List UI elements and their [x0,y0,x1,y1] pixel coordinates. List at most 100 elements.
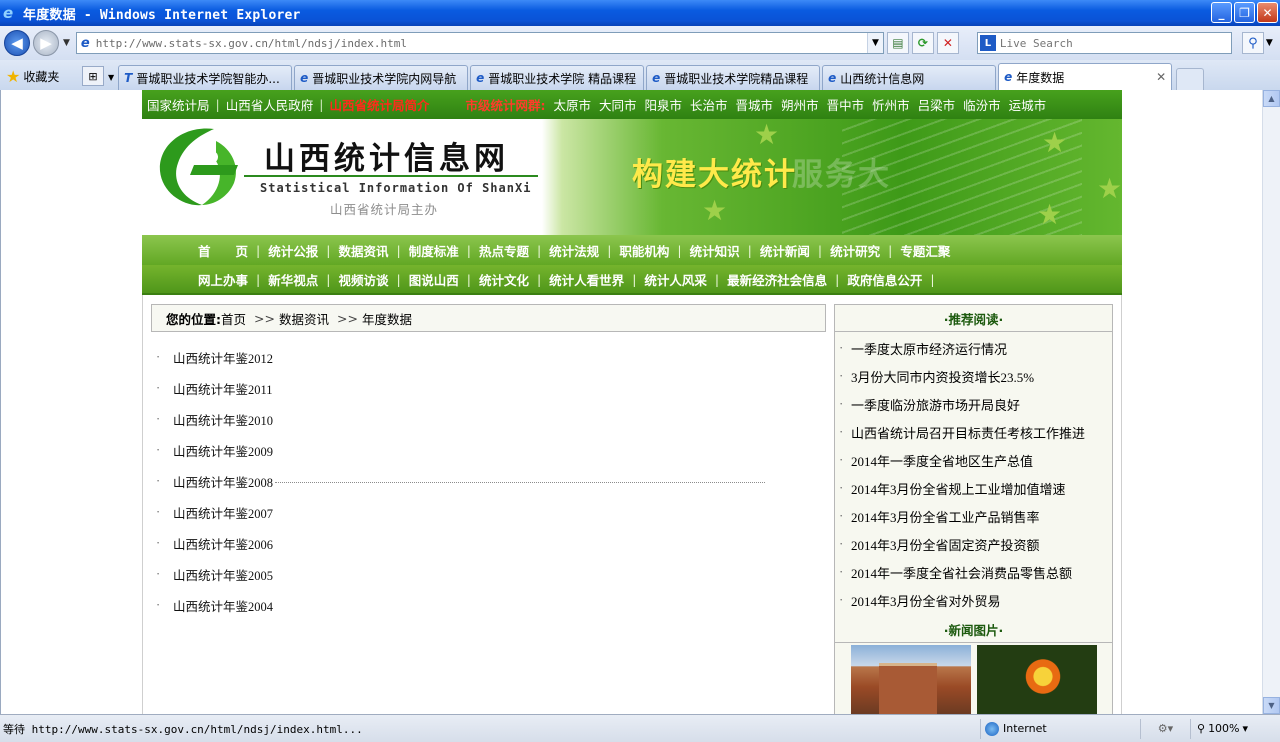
yearbook-link[interactable]: 山西统计年鉴2012 [173,348,273,367]
link-city[interactable]: 忻州市 [872,95,910,114]
nav-hot-topics[interactable]: 热点专题 [479,241,529,260]
link-city[interactable]: 阳泉市 [645,95,683,114]
search-input[interactable] [999,36,1220,50]
tab-4[interactable]: e 晋城职业技术学院精品课程 [646,65,821,90]
nav-special-collection[interactable]: 专题汇聚 [900,241,950,260]
logo-rule [244,175,538,177]
tab-1[interactable]: T 晋城职业技术学院智能办... [118,65,293,90]
news-photo-flower[interactable] [977,645,1097,714]
scroll-down-icon[interactable]: ▼ [1263,697,1280,714]
nav-gov-info[interactable]: 政府信息公开 [847,270,922,289]
restore-button[interactable]: ❐ [1234,2,1255,23]
nav-organization[interactable]: 职能机构 [619,241,669,260]
nav-illustrated-shanxi[interactable]: 图说山西 [409,270,459,289]
favorites-button[interactable]: ★ 收藏夹 [0,62,80,90]
link-city[interactable]: 吕梁市 [918,95,956,114]
tab-close-icon[interactable]: ✕ [1146,70,1166,84]
nav-research[interactable]: 统计研究 [830,241,880,260]
nav-bulletin[interactable]: 统计公报 [268,241,318,260]
yearbook-link[interactable]: 山西统计年鉴2004 [173,596,273,615]
yearbook-link[interactable]: 山西统计年鉴2011 [173,379,273,398]
news-photos-heading: ·新闻图片· [835,616,1112,643]
nav-regulations[interactable]: 统计法规 [549,241,599,260]
stop-icon[interactable]: ✕ [936,32,959,54]
search-icon[interactable]: ⚲ [1241,32,1264,54]
news-photo-building[interactable] [851,645,971,714]
article-link[interactable]: 山西省统计局召开目标责任考核工作推进 [851,423,1085,442]
quick-tabs-icon[interactable]: ⊞ [82,66,104,86]
banner-slogan: 构建大统计 [632,157,797,193]
link-city[interactable]: 运城市 [1009,95,1047,114]
yearbook-link[interactable]: 山西统计年鉴2008 [173,472,273,491]
search-field[interactable]: L [976,32,1232,54]
article-link[interactable]: 2014年3月份全省对外贸易 [851,591,1001,610]
link-bureau-intro[interactable]: 山西省统计局简介 [329,95,429,114]
article-link[interactable]: 2014年3月份全省规上工业增加值增速 [851,479,1066,498]
yearbook-list: · 山西统计年鉴2012 · 山西统计年鉴2011 · 山西统计年鉴2010 · 山西统… [151,342,826,621]
bullet-icon: · [156,443,161,457]
nav-latest-info[interactable]: 最新经济社会信息 [727,270,827,289]
link-city[interactable]: 太原市 [553,95,591,114]
close-button[interactable]: ✕ [1257,2,1278,23]
zoom-control[interactable]: ⚲ 100% ▾ [1190,718,1249,739]
divider: | [817,242,823,258]
nav-staff-profile[interactable]: 统计人风采 [644,270,707,289]
tab-list-dropdown[interactable]: ▼ [108,73,114,82]
tab-active[interactable]: e 年度数据 ✕ [998,63,1173,90]
breadcrumb-data-news[interactable]: 数据资讯 [279,309,329,328]
nav-video-interview[interactable]: 视频访谈 [338,270,388,289]
article-link[interactable]: 一季度临汾旅游市场开局良好 [851,395,1020,414]
forward-button[interactable]: ▶ [33,30,59,56]
new-tab-button[interactable] [1176,68,1205,90]
recent-pages-dropdown[interactable]: ▼ [63,38,70,48]
nav-xinhua[interactable]: 新华视点 [268,270,318,289]
nav-data-news[interactable]: 数据资讯 [338,241,388,260]
nav-knowledge[interactable]: 统计知识 [690,241,740,260]
url-dropdown-icon[interactable]: ▼ [866,33,883,53]
vertical-scrollbar[interactable]: ▲ ▼ [1262,90,1280,714]
yearbook-link[interactable]: 山西统计年鉴2007 [173,503,273,522]
tab-2[interactable]: e 晋城职业技术学院内网导航 [294,65,469,90]
search-options-dropdown[interactable]: ▼ [1266,38,1278,48]
link-city[interactable]: 长治市 [690,95,728,114]
link-city[interactable]: 临汾市 [963,95,1001,114]
back-button[interactable]: ◀ [4,30,30,56]
site-logo-icon[interactable] [154,123,246,209]
article-link[interactable]: 2014年一季度全省地区生产总值 [851,451,1033,470]
link-city[interactable]: 晋中市 [827,95,865,114]
yearbook-link[interactable]: 山西统计年鉴2005 [173,565,273,584]
article-link[interactable]: 2014年3月份全省固定资产投资额 [851,535,1040,554]
nav-standards[interactable]: 制度标准 [409,241,459,260]
link-national-stats[interactable]: 国家统计局 [147,95,210,114]
yearbook-link[interactable]: 山西统计年鉴2009 [173,441,273,460]
zoom-dropdown-icon[interactable]: ▾ [1243,722,1249,735]
nav-world-view[interactable]: 统计人看世界 [549,270,624,289]
link-city[interactable]: 大同市 [599,95,637,114]
nav-home[interactable]: 首 页 [198,241,248,260]
article-link[interactable]: 2014年一季度全省社会消费品零售总额 [851,563,1072,582]
compatibility-view-icon[interactable]: ▤ [886,32,909,54]
tab-3[interactable]: e 晋城职业技术学院 精品课程 [470,65,645,90]
article-link[interactable]: 2014年3月份全省工业产品销售率 [851,507,1040,526]
nav-news[interactable]: 统计新闻 [760,241,810,260]
article-link[interactable]: 3月份大同市内资投资增长23.5% [851,367,1034,386]
link-province-gov[interactable]: 山西省人民政府 [226,95,314,114]
yearbook-link[interactable]: 山西统计年鉴2006 [173,534,273,553]
url-field[interactable]: e http://www.stats-sx.gov.cn/html/ndsj/i… [75,32,884,54]
bullet-icon: · [839,452,844,467]
scroll-up-icon[interactable]: ▲ [1263,90,1280,107]
link-city[interactable]: 朔州市 [781,95,819,114]
security-zone[interactable]: Internet [980,718,1140,739]
url-text[interactable]: http://www.stats-sx.gov.cn/html/ndsj/ind… [96,37,407,50]
breadcrumb-home[interactable]: 首页 [221,309,246,328]
yearbook-link[interactable]: 山西统计年鉴2010 [173,410,273,429]
tab-5[interactable]: e 山西统计信息网 [822,65,997,90]
bullet-icon: · [839,508,844,523]
nav-online-service[interactable]: 网上办事 [198,270,248,289]
refresh-icon[interactable]: ⟳ [911,32,934,54]
protected-mode-icon[interactable]: ⚙▾ [1140,718,1190,739]
article-link[interactable]: 一季度太原市经济运行情况 [851,339,1007,358]
nav-culture[interactable]: 统计文化 [479,270,529,289]
minimize-button[interactable]: _ [1211,2,1232,23]
link-city[interactable]: 晋城市 [736,95,774,114]
